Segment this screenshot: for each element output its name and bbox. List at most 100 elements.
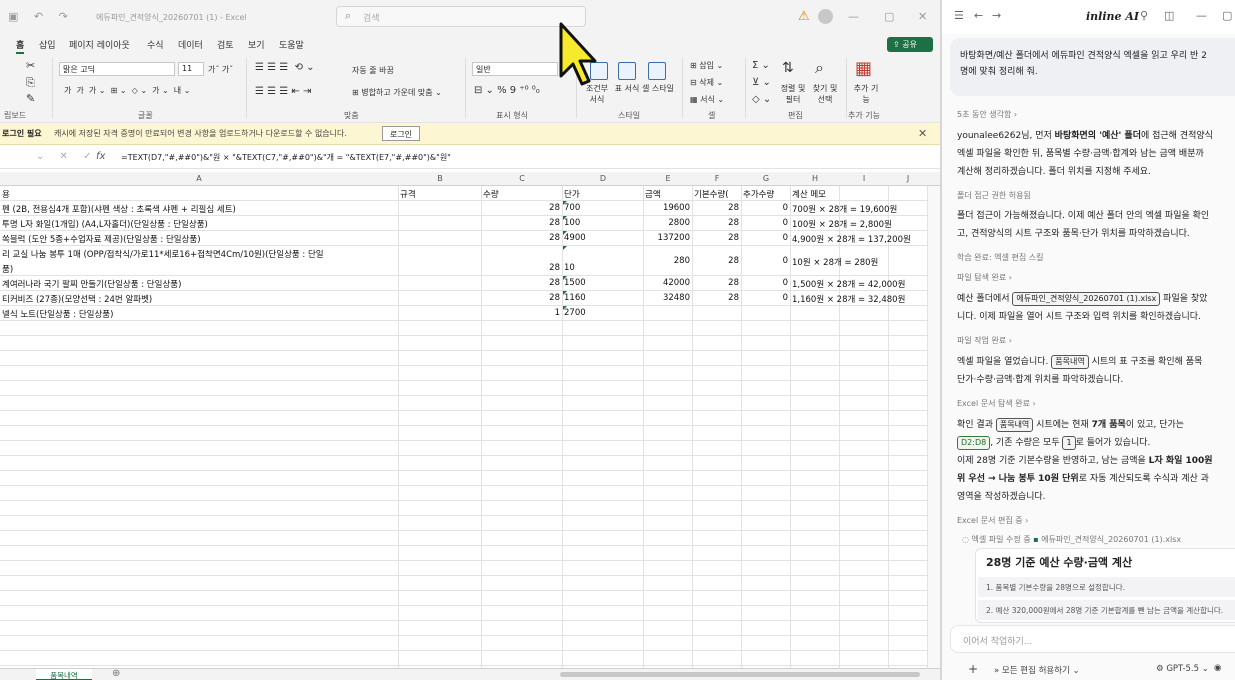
cell-header-qty[interactable]: 수량 — [483, 188, 499, 200]
cell-memo[interactable]: 700원 × 28개 = 19,600원 — [792, 203, 897, 215]
number-format-select[interactable]: 일반 — [472, 62, 558, 76]
range-chip[interactable]: D2:D8 — [957, 436, 991, 450]
tab-home[interactable]: 홈 — [16, 38, 25, 54]
menu-icon[interactable]: ☰ — [954, 9, 964, 22]
sort-filter-label[interactable]: 정렬 및 필터 — [776, 83, 810, 105]
cell-amount[interactable]: 32480 — [644, 293, 690, 303]
col-header-b[interactable]: B — [399, 174, 481, 183]
login-button[interactable]: 로그인 — [382, 126, 420, 141]
cell-base-qty[interactable]: 28 — [693, 203, 739, 213]
cell-memo[interactable]: 100원 × 28개 = 2,800원 — [792, 218, 892, 230]
spreadsheet-grid[interactable]: 용 규격 수량 단가 금액 기본수량( 추가수량 계산 메모 펜 (2B, 전용… — [0, 186, 927, 668]
vertical-scrollbar[interactable] — [927, 186, 940, 668]
col-header-f[interactable]: F — [693, 174, 741, 183]
fx-icon[interactable]: fx — [96, 151, 105, 162]
cell-header-extra-qty[interactable]: 추가수량 — [743, 188, 774, 200]
cell-amount[interactable]: 2800 — [644, 218, 690, 228]
cell-price[interactable]: 4900 — [564, 233, 586, 243]
cell-header-memo[interactable]: 계산 메모 — [792, 188, 826, 200]
cell-memo[interactable]: 10원 × 28개 = 280원 — [792, 256, 878, 268]
cell-qty[interactable]: 28 — [482, 263, 560, 273]
forward-icon[interactable]: → — [992, 9, 1001, 22]
maximize-icon[interactable]: ▢ — [884, 10, 894, 23]
status-line[interactable]: 파일 작업 완료 › — [957, 335, 1012, 346]
status-line[interactable]: Excel 문서 편집 중 › — [957, 515, 1028, 526]
minimize-icon[interactable]: — — [1196, 9, 1207, 22]
microphone-icon[interactable]: ◉ — [1214, 663, 1221, 673]
formula-controls[interactable]: ⌄ ✕ ✓ — [36, 151, 98, 162]
cell-style-label[interactable]: 셀 스타일 — [640, 83, 676, 94]
cell-qty[interactable]: 1 — [482, 308, 560, 318]
cell-base-qty[interactable]: 28 — [693, 278, 739, 288]
tab-insert[interactable]: 삽입 — [39, 38, 56, 51]
cell-header-price[interactable]: 단가 — [564, 188, 580, 200]
cell-extra-qty[interactable]: 0 — [742, 203, 788, 213]
cell-price[interactable]: 1500 — [564, 278, 586, 288]
copy-icon[interactable]: ⎘ — [26, 76, 35, 90]
table-format-label[interactable]: 표 서식 — [612, 83, 642, 94]
maximize-icon[interactable]: ▢ — [1222, 9, 1232, 22]
cell-header-base-qty[interactable]: 기본수량( — [694, 188, 741, 200]
cell-header-amount[interactable]: 금액 — [645, 188, 661, 200]
clear-icon[interactable]: ◇ ⌄ — [752, 94, 771, 105]
cell-qty[interactable]: 28 — [482, 233, 560, 243]
cell-amount[interactable]: 19600 — [644, 203, 690, 213]
cell-price[interactable]: 10 — [564, 263, 575, 273]
format-cells-button[interactable]: ▦ 서식 ⌄ — [690, 94, 724, 105]
insert-cells-button[interactable]: ⊞ 삽입 ⌄ — [690, 60, 723, 71]
cell-item[interactable]: 투명 L자 화일(1개입) (A4,L자홀더)(단일상품 : 단일상품) — [2, 218, 208, 230]
col-header-i[interactable]: I — [840, 174, 888, 183]
addins-icon[interactable]: ▦ — [855, 58, 872, 79]
find-select-label[interactable]: 찾기 및 선택 — [808, 83, 842, 105]
formula-input[interactable]: =TEXT(D7,"#,##0")&"원 × "&TEXT(C7,"#,##0"… — [121, 152, 451, 163]
cell-amount[interactable]: 42000 — [644, 278, 690, 288]
autosum-icon[interactable]: Σ ⌄ — [752, 60, 770, 71]
col-header-c[interactable]: C — [482, 174, 562, 183]
edit-permission-select[interactable]: » 모든 편집 허용하기 ⌄ — [994, 664, 1080, 676]
status-line[interactable]: 파일 탐색 완료 › — [957, 272, 1012, 283]
cell-item[interactable]: 펜 (2B, 전용심4개 포함)(샤펜 색상 : 초록색 샤펜 + 리필심 세트… — [2, 203, 236, 215]
format-painter-icon[interactable]: ✎ — [26, 92, 35, 105]
cell-qty[interactable]: 28 — [482, 203, 560, 213]
cell-base-qty[interactable]: 28 — [693, 256, 739, 266]
status-line[interactable]: Excel 문서 탐색 완료 › — [957, 398, 1036, 409]
cell-base-qty[interactable]: 28 — [693, 218, 739, 228]
font-name-select[interactable]: 맑은 고딕 — [59, 62, 175, 76]
table-format-icon[interactable] — [618, 62, 636, 80]
warning-icon[interactable]: ⚠ — [798, 9, 810, 24]
align-icons-2[interactable]: ☰ ☰ ☰ ⇤ ⇥ — [255, 86, 311, 97]
merge-center-button[interactable]: ⊞ 병합하고 가운데 맞춤 ⌄ — [352, 87, 442, 98]
font-size-select[interactable]: 11 — [178, 62, 204, 76]
font-grow-icon[interactable]: 가ˆ 가ˇ — [208, 64, 233, 75]
number-format-icons[interactable]: ⊟ ⌄ % 9 ⁺⁰ ⁰₀ — [474, 85, 540, 96]
cell-qty[interactable]: 28 — [482, 293, 560, 303]
font-style-icons[interactable]: 가 가 가 ⌄ ⊞ ⌄ ◇ ⌄ 가 ⌄ 내 ⌄ — [64, 85, 190, 96]
back-icon[interactable]: ← — [974, 9, 983, 22]
cell-item[interactable]: 리 교실 나눔 봉투 1매 (OPP/접착식/가로11*세로16+접착면4Cm/… — [2, 248, 324, 260]
cell-header-spec[interactable]: 규격 — [400, 188, 416, 200]
cell-extra-qty[interactable]: 0 — [742, 256, 788, 266]
pin-icon[interactable]: ⚲ — [1140, 9, 1148, 22]
thought-status[interactable]: 5초 동안 생각함 › — [957, 109, 1017, 120]
cell-extra-qty[interactable]: 0 — [742, 233, 788, 243]
close-icon[interactable]: ✕ — [918, 10, 927, 23]
cell-item[interactable]: 넬식 노트(단일상품 : 단일상품) — [2, 308, 113, 320]
cut-icon[interactable]: ✂ — [26, 59, 35, 72]
tab-help[interactable]: 도움말 — [279, 38, 304, 51]
cell-item[interactable]: 계여러나라 국기 팔찌 만들기(단일상품 : 단일상품) — [2, 278, 181, 290]
cell-base-qty[interactable]: 28 — [693, 293, 739, 303]
col-header-a[interactable]: A — [0, 174, 398, 183]
cell-item[interactable]: 티커비즈 (27종)(모양선택 : 24번 알파벳) — [2, 293, 152, 305]
fill-icon[interactable]: ⊻ ⌄ — [752, 77, 771, 88]
align-icons[interactable]: ☰ ☰ ☰ ⟲ ⌄ — [255, 62, 315, 73]
cell-memo[interactable]: 4,900원 × 28개 = 137,200원 — [792, 233, 911, 245]
sheet-tab[interactable]: 품목내역 — [36, 669, 92, 680]
search-input[interactable]: ⌕ 검색 — [336, 6, 586, 27]
cell-amount[interactable]: 280 — [644, 256, 690, 266]
quick-access-icons[interactable]: ▣ ↶ ↷ — [8, 10, 74, 23]
col-header-j[interactable]: J — [889, 174, 927, 183]
add-icon[interactable]: + — [968, 662, 978, 676]
sort-filter-icon[interactable]: ⇅ — [782, 60, 794, 76]
cell-qty[interactable]: 28 — [482, 218, 560, 228]
tab-view[interactable]: 보기 — [248, 38, 265, 51]
